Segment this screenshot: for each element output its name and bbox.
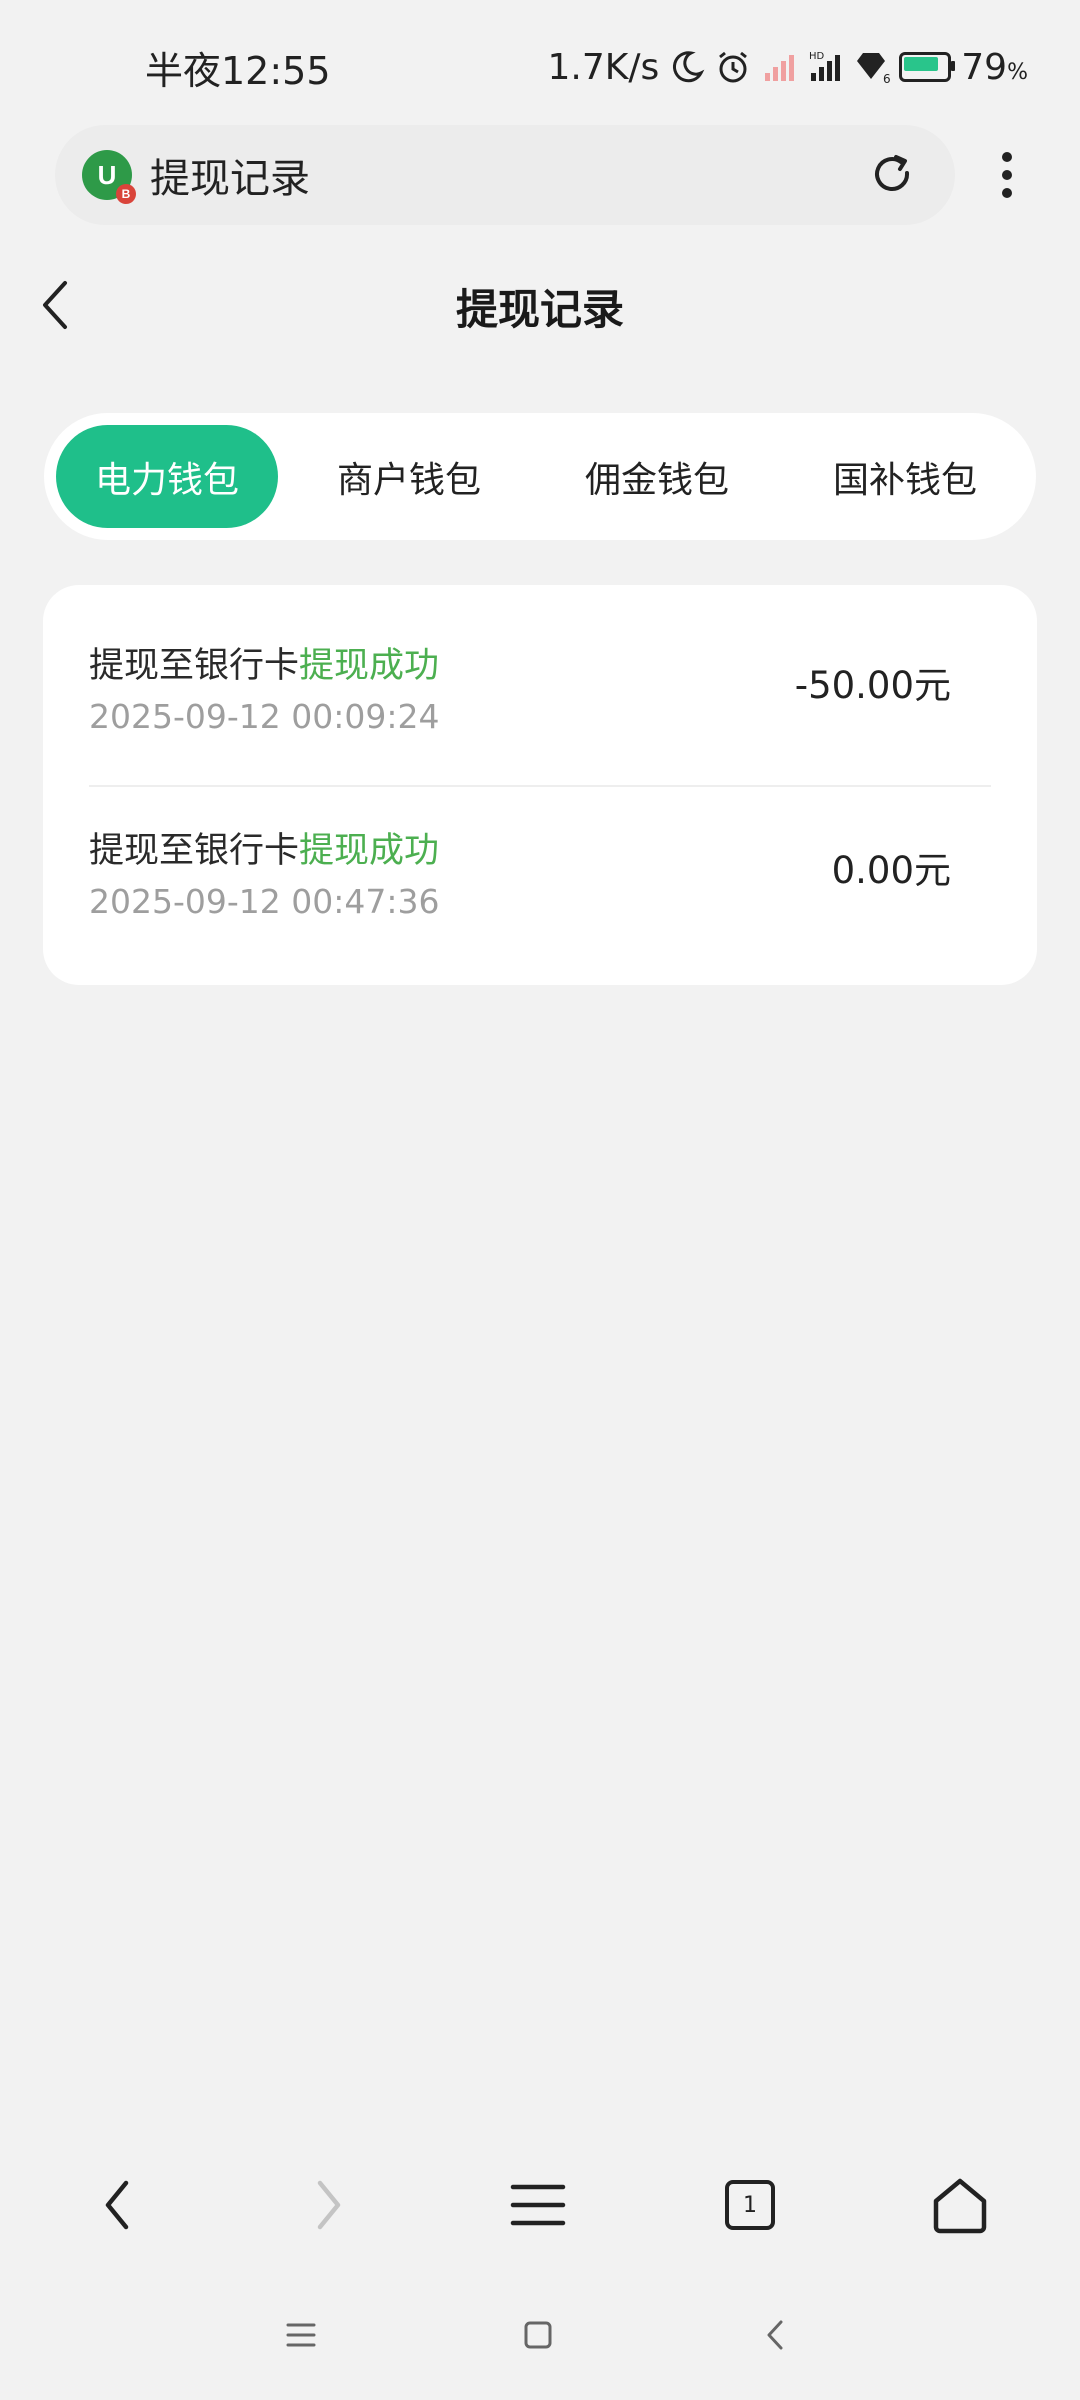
record-status: 提现成功 — [299, 646, 440, 686]
browser-home-button[interactable] — [910, 2155, 1010, 2255]
list-item[interactable]: 提现至银行卡提现成功 2025-09-12 00:47:36 0.00元 — [89, 810, 989, 970]
browser-menu-button[interactable] — [488, 2155, 588, 2255]
record-status: 提现成功 — [299, 831, 440, 871]
record-title: 提现至银行卡提现成功 — [89, 637, 439, 688]
browser-forward-button[interactable] — [278, 2155, 378, 2255]
page-title: 提现记录 — [455, 285, 624, 334]
reload-button[interactable] — [853, 135, 933, 215]
battery-unit: % — [1007, 59, 1028, 85]
status-indicators: 1.7K/s HD 6 79% — [548, 42, 1028, 92]
alarm-icon — [715, 49, 751, 85]
hd-label: HD — [809, 51, 825, 62]
record-type: 提现至银行卡 — [89, 646, 300, 686]
signal-off-icon — [761, 49, 797, 85]
system-home-button[interactable] — [503, 2300, 573, 2370]
browser-back-button[interactable] — [68, 2155, 168, 2255]
recent-apps-button[interactable] — [266, 2300, 336, 2370]
chevron-left-icon — [105, 2180, 129, 2230]
tab-count: 1 — [725, 2180, 775, 2230]
battery-icon — [899, 52, 956, 82]
record-time: 2025-09-12 00:09:24 — [89, 697, 440, 736]
battery-level: 79% — [961, 47, 1028, 88]
record-amount: 0.00元 — [831, 849, 951, 892]
square-icon — [524, 2321, 552, 2349]
moon-icon — [669, 49, 705, 85]
status-bar: 半夜12:55 1.7K/s HD 6 79% — [0, 0, 1080, 130]
system-back-button[interactable] — [740, 2300, 810, 2370]
wallet-tabs: 电力钱包 商户钱包 佣金钱包 国补钱包 — [44, 413, 1036, 540]
page-header: 提现记录 — [0, 260, 1080, 350]
dot — [1002, 188, 1012, 198]
status-time: 半夜12:55 — [145, 49, 331, 93]
withdrawal-records-list: 提现至银行卡提现成功 2025-09-12 00:09:24 -50.00元 提… — [43, 585, 1037, 985]
dot — [1002, 152, 1012, 162]
record-time: 2025-09-12 00:47:36 — [89, 882, 440, 921]
tab-subsidy-wallet[interactable]: 国补钱包 — [794, 425, 1016, 528]
tab-merchant-wallet[interactable]: 商户钱包 — [298, 425, 520, 528]
more-options-button[interactable] — [980, 140, 1034, 210]
chevron-right-icon — [317, 2180, 341, 2230]
recents-icon — [286, 2323, 316, 2347]
network-speed: 1.7K/s — [547, 46, 660, 88]
record-title: 提现至银行卡提现成功 — [89, 822, 439, 873]
menu-icon — [510, 2184, 566, 2226]
home-icon — [933, 2178, 987, 2234]
page: 半夜12:55 1.7K/s HD 6 79% U B 提现记录 提现记录 电力… — [0, 0, 1080, 2400]
tab-commission-wallet[interactable]: 佣金钱包 — [546, 425, 768, 528]
site-icon-text: U — [97, 159, 117, 190]
address-bar[interactable]: U B 提现记录 — [55, 125, 955, 225]
signal-icon: HD — [807, 49, 843, 85]
record-type: 提现至银行卡 — [89, 831, 300, 871]
browser-toolbar: 1 — [0, 2150, 1080, 2260]
chevron-left-icon — [767, 2320, 783, 2350]
record-amount: -50.00元 — [794, 664, 951, 707]
reload-icon — [875, 155, 910, 192]
browser-tabs-button[interactable]: 1 — [700, 2155, 800, 2255]
dot — [1002, 170, 1012, 180]
battery-percent: 79 — [961, 46, 1008, 88]
sim-label: 6 — [883, 72, 891, 85]
site-favicon-icon: U B — [82, 150, 136, 204]
address-title: 提现记录 — [150, 156, 310, 202]
list-item[interactable]: 提现至银行卡提现成功 2025-09-12 00:09:24 -50.00元 — [89, 625, 989, 785]
system-nav-bar — [0, 2290, 1080, 2380]
site-badge: B — [116, 184, 136, 204]
diamond-icon: 6 — [853, 49, 891, 86]
tab-power-wallet[interactable]: 电力钱包 — [56, 425, 278, 528]
divider — [89, 785, 991, 787]
